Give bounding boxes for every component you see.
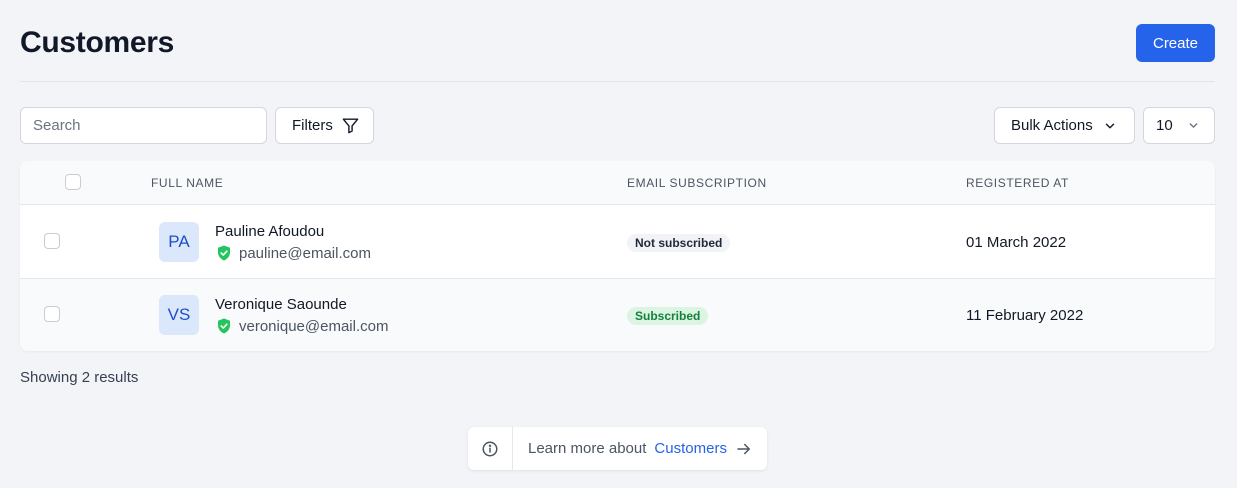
shield-check-icon — [215, 317, 233, 335]
customer-email-wrap: pauline@email.com — [215, 244, 371, 262]
per-page-select[interactable]: 10 — [1143, 107, 1215, 144]
learn-more-link[interactable]: Customers — [654, 440, 753, 458]
chevron-down-icon — [1103, 119, 1117, 133]
arrow-right-icon — [735, 440, 753, 458]
bulk-actions-dropdown[interactable]: Bulk Actions — [994, 107, 1135, 144]
customer-name[interactable]: Veronique Saounde — [215, 296, 347, 313]
row-checkbox[interactable] — [44, 306, 60, 322]
chevron-down-icon — [1187, 119, 1200, 132]
status-badge: Not subscribed — [627, 234, 731, 252]
avatar: VS — [159, 295, 199, 335]
learn-more-icon-cell — [468, 427, 513, 470]
shield-check-icon — [215, 244, 233, 262]
column-header-email-subscription[interactable]: Email Subscription — [627, 176, 767, 190]
learn-more-text: Learn more about — [528, 440, 647, 457]
create-button[interactable]: Create — [1136, 24, 1215, 62]
table-row[interactable]: PA Pauline Afoudou pauline@email.com Not… — [20, 206, 1215, 279]
bulk-actions-label: Bulk Actions — [1011, 117, 1093, 134]
filters-label: Filters — [292, 117, 333, 134]
filters-button[interactable]: Filters — [275, 107, 374, 144]
table-row[interactable]: VS Veronique Saounde veronique@email.com… — [20, 279, 1215, 351]
customers-table: Full Name Email Subscription Registered … — [20, 161, 1215, 351]
customer-email: veronique@email.com — [239, 317, 389, 335]
customer-email: pauline@email.com — [239, 244, 371, 262]
page-header: Customers Create — [20, 0, 1215, 82]
learn-more-banner: Learn more about Customers — [468, 427, 767, 470]
page-title: Customers — [20, 26, 175, 59]
avatar: PA — [159, 222, 199, 262]
select-all-checkbox[interactable] — [65, 174, 81, 190]
customer-name[interactable]: Pauline Afoudou — [215, 223, 324, 240]
column-header-full-name[interactable]: Full Name — [151, 176, 223, 190]
registered-date: 01 March 2022 — [966, 234, 1067, 251]
funnel-icon — [341, 116, 360, 135]
column-header-registered-at[interactable]: Registered At — [966, 176, 1069, 190]
results-count: Showing 2 results — [20, 369, 139, 386]
table-header: Full Name Email Subscription Registered … — [20, 161, 1215, 205]
info-circle-icon — [481, 440, 499, 458]
per-page-value: 10 — [1156, 117, 1173, 134]
registered-date: 11 February 2022 — [966, 307, 1084, 324]
customer-email-wrap: veronique@email.com — [215, 317, 388, 335]
row-checkbox[interactable] — [44, 233, 60, 249]
learn-more-link-label: Customers — [654, 440, 727, 457]
status-badge: Subscribed — [627, 307, 709, 325]
search-input[interactable] — [20, 107, 267, 144]
